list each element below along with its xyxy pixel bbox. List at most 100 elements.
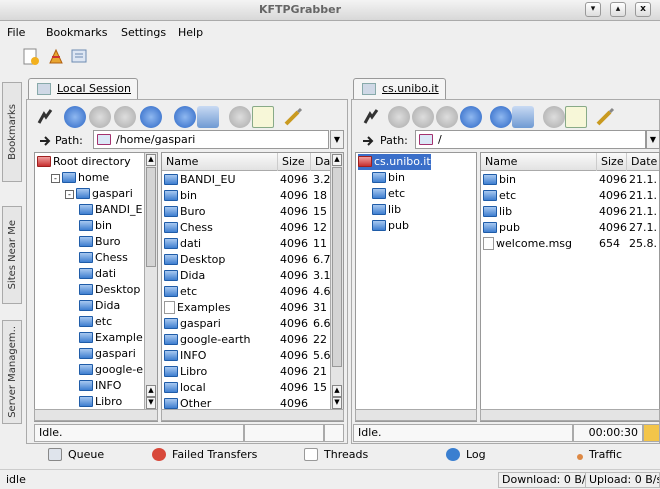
table-row[interactable]: etc 4096 21.1. bbox=[483, 188, 659, 204]
menu-button[interactable]: ▾ bbox=[585, 2, 601, 17]
table-row[interactable]: gaspari 4096 6.6 bbox=[164, 316, 334, 332]
tree-item[interactable]: gaspari bbox=[79, 346, 136, 362]
tree-item[interactable]: Example bbox=[79, 330, 143, 346]
new-folder-icon[interactable] bbox=[197, 106, 219, 128]
side-tab-server-management[interactable]: Server Managem.. bbox=[2, 320, 22, 424]
col-size[interactable]: Size bbox=[278, 153, 311, 171]
transfer-queue-icon[interactable] bbox=[70, 47, 90, 69]
table-row[interactable]: Buro 4096 15 bbox=[164, 204, 334, 220]
close-button[interactable]: x bbox=[635, 2, 651, 17]
tree-item[interactable]: Desktop bbox=[79, 282, 140, 298]
menu-settings[interactable]: Settings bbox=[121, 26, 166, 39]
settings-icon[interactable] bbox=[282, 106, 304, 128]
table-row[interactable]: bin 4096 21.1. bbox=[483, 172, 659, 188]
tree-item[interactable]: dati bbox=[79, 266, 116, 282]
forward-icon[interactable] bbox=[114, 106, 136, 128]
tree-item[interactable]: INFO bbox=[79, 378, 121, 394]
reload-icon[interactable] bbox=[460, 106, 482, 128]
tree-horizontal-scrollbar[interactable] bbox=[34, 409, 158, 421]
tab-failed-transfers[interactable]: Failed Transfers bbox=[152, 444, 257, 464]
new-folder-icon[interactable] bbox=[512, 106, 534, 128]
remote-tree-horizontal-scrollbar[interactable] bbox=[355, 409, 477, 421]
stop-icon[interactable] bbox=[229, 106, 251, 128]
table-row[interactable]: Examples 4096 31 bbox=[164, 300, 334, 316]
table-row[interactable]: google-earth 4096 22 bbox=[164, 332, 334, 348]
tree-item[interactable]: Libro bbox=[79, 394, 122, 410]
remote-path-input[interactable]: / bbox=[415, 130, 646, 149]
folder-icon bbox=[164, 222, 178, 233]
tab-local-session[interactable]: Local Session bbox=[28, 78, 138, 100]
col-date[interactable]: Date bbox=[627, 153, 659, 171]
tree-item[interactable]: Chess bbox=[79, 250, 128, 266]
settings-icon[interactable] bbox=[594, 106, 616, 128]
table-row[interactable]: pub 4096 27.1. bbox=[483, 220, 659, 236]
tree-vertical-scrollbar[interactable]: ▲ ▲ ▼ bbox=[144, 153, 157, 421]
file-name: dati bbox=[180, 237, 202, 250]
table-row[interactable]: etc 4096 4.6 bbox=[164, 284, 334, 300]
list-horizontal-scrollbar[interactable] bbox=[161, 409, 344, 421]
table-row[interactable]: INFO 4096 5.6 bbox=[164, 348, 334, 364]
menu-bookmarks[interactable]: Bookmarks bbox=[46, 26, 107, 39]
tree-item[interactable]: Buro bbox=[79, 234, 121, 250]
tree-item[interactable]: - home bbox=[51, 170, 109, 186]
home-icon[interactable] bbox=[490, 106, 512, 128]
tab-queue[interactable]: Queue bbox=[48, 444, 104, 464]
menu-file[interactable]: File bbox=[7, 26, 25, 39]
tree-item[interactable]: BANDI_E bbox=[79, 202, 142, 218]
table-row[interactable]: BANDI_EU 4096 3.2 bbox=[164, 172, 334, 188]
tab-log[interactable]: Log bbox=[446, 444, 486, 464]
back-icon[interactable] bbox=[89, 106, 111, 128]
tree-item[interactable]: Dida bbox=[79, 298, 120, 314]
tab-remote-session[interactable]: cs.unibo.it bbox=[353, 78, 446, 100]
tree-view-icon[interactable] bbox=[252, 106, 274, 128]
tab-traffic[interactable]: Traffic bbox=[577, 444, 622, 464]
table-row[interactable]: Desktop 4096 6.7 bbox=[164, 252, 334, 268]
col-name[interactable]: Name bbox=[481, 153, 597, 171]
quick-connect-icon[interactable] bbox=[46, 47, 66, 69]
tree-item[interactable]: etc bbox=[372, 186, 405, 202]
tree-item[interactable]: google-e bbox=[79, 362, 143, 378]
tree-item[interactable]: bin bbox=[372, 170, 405, 186]
stop-icon[interactable] bbox=[543, 106, 565, 128]
tree-view-icon[interactable] bbox=[565, 106, 587, 128]
menu-help[interactable]: Help bbox=[178, 26, 203, 39]
tree-item[interactable]: Root directory bbox=[37, 154, 131, 170]
tree-item[interactable]: lib bbox=[372, 202, 401, 218]
col-size[interactable]: Size bbox=[597, 153, 627, 171]
connect-icon[interactable] bbox=[360, 106, 382, 128]
tree-item[interactable]: bin bbox=[79, 218, 112, 234]
new-session-icon[interactable] bbox=[22, 47, 42, 69]
forward-icon[interactable] bbox=[436, 106, 458, 128]
tree-item[interactable]: cs.unibo.it bbox=[358, 154, 431, 170]
table-row[interactable]: Chess 4096 12 bbox=[164, 220, 334, 236]
local-path-dropdown[interactable]: ▼ bbox=[330, 130, 344, 149]
tab-threads[interactable]: Threads bbox=[304, 444, 368, 464]
tree-item[interactable]: etc bbox=[79, 314, 112, 330]
table-row[interactable]: dati 4096 11 bbox=[164, 236, 334, 252]
up-icon[interactable] bbox=[388, 106, 410, 128]
table-row[interactable]: welcome.msg 654 25.8. bbox=[483, 236, 659, 252]
reload-icon[interactable] bbox=[140, 106, 162, 128]
remote-path-dropdown[interactable]: ▼ bbox=[646, 130, 660, 149]
remote-list-horizontal-scrollbar[interactable] bbox=[480, 409, 660, 421]
side-tab-bookmarks[interactable]: Bookmarks bbox=[2, 82, 22, 182]
connect-icon[interactable] bbox=[34, 106, 56, 128]
back-icon[interactable] bbox=[412, 106, 434, 128]
home-icon[interactable] bbox=[174, 106, 196, 128]
local-path-input[interactable]: /home/gaspari bbox=[93, 130, 329, 149]
list-vertical-scrollbar[interactable]: ▲ ▲ ▼ bbox=[330, 153, 343, 421]
col-name[interactable]: Name bbox=[162, 153, 278, 171]
up-icon[interactable] bbox=[64, 106, 86, 128]
side-tab-sites-near-me[interactable]: Sites Near Me bbox=[2, 206, 22, 304]
table-row[interactable]: lib 4096 21.1. bbox=[483, 204, 659, 220]
tree-item[interactable]: - gaspari bbox=[65, 186, 133, 202]
maximize-button[interactable]: ▴ bbox=[610, 2, 626, 17]
table-row[interactable]: Dida 4096 3.1 bbox=[164, 268, 334, 284]
expand-toggle-icon[interactable]: - bbox=[51, 174, 60, 183]
table-row[interactable]: bin 4096 18 bbox=[164, 188, 334, 204]
file-date: 5.6 bbox=[313, 349, 331, 362]
expand-toggle-icon[interactable]: - bbox=[65, 190, 74, 199]
table-row[interactable]: Libro 4096 21 bbox=[164, 364, 334, 380]
table-row[interactable]: local 4096 15 bbox=[164, 380, 334, 396]
tree-item[interactable]: pub bbox=[372, 218, 409, 234]
